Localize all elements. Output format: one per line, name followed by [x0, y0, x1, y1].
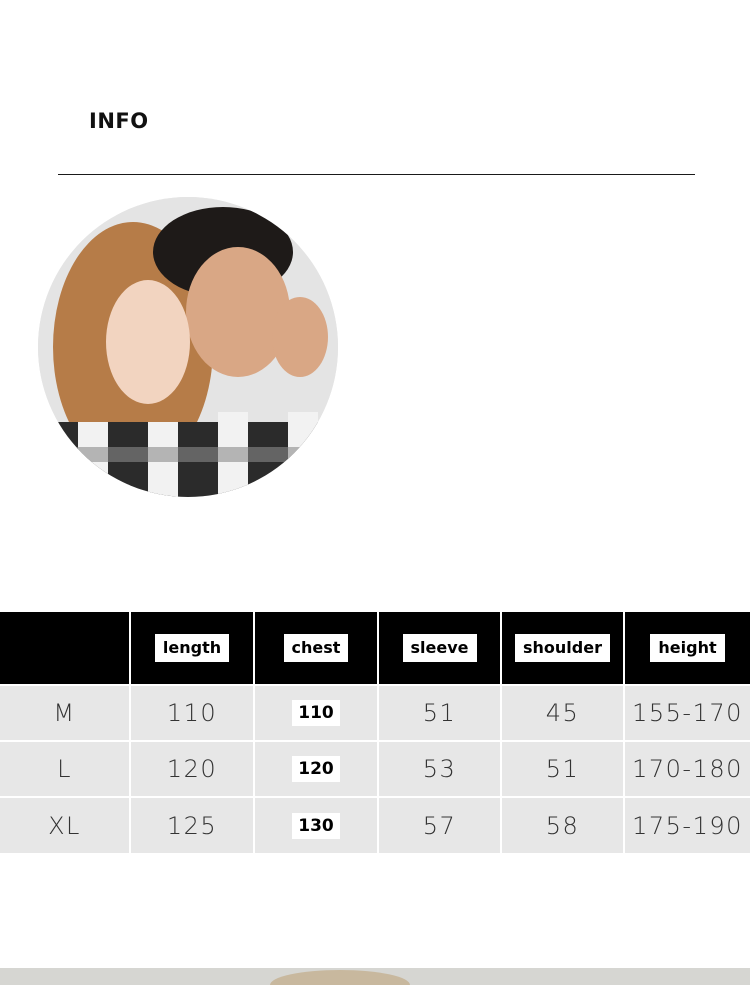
page-title: INFO [89, 109, 149, 133]
header-length: length [130, 612, 255, 685]
couple-photo [38, 197, 338, 497]
header-size [0, 612, 131, 685]
shoulder-cell: 58 [501, 797, 625, 853]
size-cell: L [0, 741, 131, 797]
length-cell: 125 [130, 797, 255, 853]
height-cell: 170-180 [632, 755, 743, 783]
size-cell: M [0, 685, 131, 741]
shoulder-cell: 51 [501, 741, 625, 797]
next-photo-strip [0, 968, 750, 985]
table-header-row: length chest sleeve shoulder height [0, 612, 750, 685]
shoulder-cell: 45 [501, 685, 625, 741]
table-row: M 110 110 51 45 155-170 [0, 685, 750, 741]
sleeve-cell: 57 [378, 797, 502, 853]
header-height: height [624, 612, 750, 685]
couple-illustration [38, 197, 338, 497]
length-cell: 120 [130, 741, 255, 797]
header-chest: chest [254, 612, 379, 685]
height-cell: 175-190 [632, 811, 743, 840]
chest-cell: 130 [254, 797, 379, 853]
table-row: XL 125 130 57 58 175-190 [0, 797, 750, 853]
header-shoulder: shoulder [501, 612, 625, 685]
chest-cell: 110 [254, 685, 379, 741]
sleeve-cell: 53 [378, 741, 502, 797]
next-photo-partial [270, 970, 410, 985]
chest-cell: 120 [254, 741, 379, 797]
size-chart-table: length chest sleeve shoulder height M 11… [0, 612, 750, 853]
length-cell: 110 [130, 685, 255, 741]
height-cell: 155-170 [632, 699, 743, 727]
sleeve-cell: 51 [378, 685, 502, 741]
header-sleeve: sleeve [378, 612, 502, 685]
divider [58, 174, 695, 175]
table-row: L 120 120 53 51 170-180 [0, 741, 750, 797]
size-cell: XL [0, 797, 131, 853]
